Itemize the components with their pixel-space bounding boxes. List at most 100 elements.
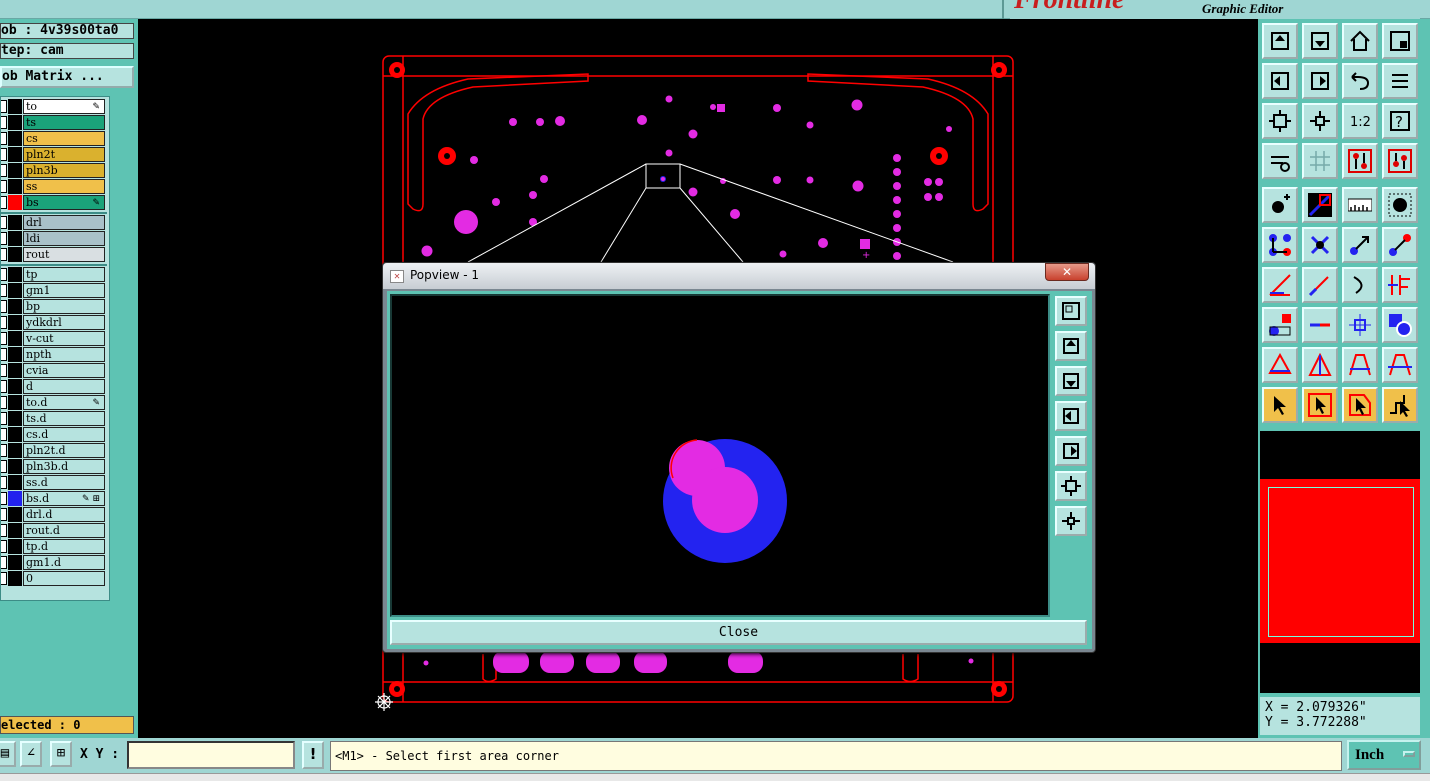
layer-name[interactable]: pln3b: [23, 163, 105, 178]
popview-close-button[interactable]: Close: [390, 620, 1087, 645]
select-path-button[interactable]: [1382, 387, 1418, 423]
layer-row[interactable]: gm1.d: [1, 555, 107, 570]
layer-name[interactable]: cs.d: [23, 427, 105, 442]
layer-row[interactable]: pln3b: [1, 163, 107, 178]
layer-checkbox[interactable]: [1, 556, 7, 569]
scale-1-2-button[interactable]: 1:2: [1342, 103, 1378, 139]
layer-color-swatch[interactable]: [8, 215, 22, 230]
layer-color-swatch[interactable]: [8, 283, 22, 298]
layer-name[interactable]: rout: [23, 247, 105, 262]
zoom-bottom-button[interactable]: [1302, 23, 1338, 59]
select-area-button[interactable]: [1302, 387, 1338, 423]
layer-checkbox[interactable]: [1, 284, 7, 297]
layer-name[interactable]: gm1: [23, 283, 105, 298]
zoom-in-button[interactable]: [1302, 103, 1338, 139]
layer-row[interactable]: ss: [1, 179, 107, 194]
select-pointer-button[interactable]: [1262, 387, 1298, 423]
popview-zoom-bottom-button[interactable]: [1055, 366, 1087, 396]
layer-name[interactable]: bp: [23, 299, 105, 314]
layer-color-swatch[interactable]: [8, 315, 22, 330]
layer-row[interactable]: ts.d: [1, 411, 107, 426]
surface-edit-button[interactable]: [1382, 347, 1418, 383]
layer-checkbox[interactable]: [1, 148, 7, 161]
polygon-button[interactable]: [1262, 347, 1298, 383]
help-button[interactable]: ?: [1382, 103, 1418, 139]
layer-row[interactable]: drl.d: [1, 507, 107, 522]
layer-row[interactable]: cs.d: [1, 427, 107, 442]
layer-color-swatch[interactable]: [8, 555, 22, 570]
popview-window-button[interactable]: [1055, 296, 1087, 326]
layer-row[interactable]: 0: [1, 571, 107, 586]
layer-checkbox[interactable]: [1, 412, 7, 425]
layer-color-swatch[interactable]: [8, 395, 22, 410]
layer-checkbox[interactable]: [1, 364, 7, 377]
polygon-edit-button[interactable]: [1302, 347, 1338, 383]
layer-color-swatch[interactable]: [8, 195, 22, 210]
layer-color-swatch[interactable]: [8, 131, 22, 146]
layer-row[interactable]: d: [1, 379, 107, 394]
layer-row[interactable]: rout.d: [1, 523, 107, 538]
layer-row[interactable]: bs ✎: [1, 195, 107, 210]
layer-checkbox[interactable]: [1, 460, 7, 473]
popview-pan-right-button[interactable]: [1055, 436, 1087, 466]
layer-checkbox[interactable]: [1, 180, 7, 193]
grid-button[interactable]: [1302, 143, 1338, 179]
layer-row[interactable]: gm1: [1, 283, 107, 298]
layer-color-swatch[interactable]: [8, 539, 22, 554]
layer-color-swatch[interactable]: [8, 459, 22, 474]
layer-checkbox[interactable]: [1, 428, 7, 441]
layer-name[interactable]: bs ✎: [23, 195, 105, 210]
layer-name[interactable]: bs.d ✎ ⊞: [23, 491, 105, 506]
layer-color-swatch[interactable]: [8, 231, 22, 246]
slant-button[interactable]: [1302, 267, 1338, 303]
layer-color-swatch[interactable]: [8, 267, 22, 282]
layer-name[interactable]: ydkdrl: [23, 315, 105, 330]
layer-name[interactable]: ss.d: [23, 475, 105, 490]
layer-name[interactable]: pln2t.d: [23, 443, 105, 458]
split-button[interactable]: [1382, 267, 1418, 303]
add-feature-button[interactable]: [1262, 307, 1298, 343]
layer-row[interactable]: tp: [1, 267, 107, 282]
zoom-fit-button[interactable]: [1262, 103, 1298, 139]
layer-color-swatch[interactable]: [8, 363, 22, 378]
layer-checkbox[interactable]: [1, 348, 7, 361]
layer-name[interactable]: drl.d: [23, 507, 105, 522]
trim-button[interactable]: [1302, 307, 1338, 343]
layer-row[interactable]: to.d ✎: [1, 395, 107, 410]
select-pad-button[interactable]: [1382, 187, 1418, 223]
popview-canvas[interactable]: [390, 294, 1050, 617]
layer-row[interactable]: drl: [1, 215, 107, 230]
layer-checkbox[interactable]: [1, 300, 7, 313]
layer-color-swatch[interactable]: [8, 475, 22, 490]
layer-checkbox[interactable]: [1, 492, 7, 505]
popview-close-x-button[interactable]: ✕: [1045, 263, 1089, 281]
warning-button[interactable]: !: [302, 741, 324, 769]
layer-checkbox[interactable]: [1, 396, 7, 409]
job-matrix-button[interactable]: ob Matrix ...: [0, 66, 134, 88]
layer-checkbox[interactable]: [1, 508, 7, 521]
popview-pan-left-button[interactable]: [1055, 401, 1087, 431]
layer-color-swatch[interactable]: [8, 347, 22, 362]
layer-row[interactable]: cvia: [1, 363, 107, 378]
layer-checkbox[interactable]: [1, 132, 7, 145]
line-tool-button[interactable]: [1302, 187, 1338, 223]
layer-name[interactable]: gm1.d: [23, 555, 105, 570]
layer-checkbox[interactable]: [1, 196, 7, 209]
layer-name[interactable]: to ✎: [23, 99, 105, 114]
angle-button[interactable]: [1262, 267, 1298, 303]
layer-row[interactable]: rout: [1, 247, 107, 262]
layer-row[interactable]: to ✎: [1, 99, 107, 114]
connect-button[interactable]: [1262, 227, 1298, 263]
layer-checkbox[interactable]: [1, 332, 7, 345]
layer-name[interactable]: rout.d: [23, 523, 105, 538]
layer-name[interactable]: cs: [23, 131, 105, 146]
layer-color-swatch[interactable]: [8, 379, 22, 394]
popview-zoom-top-button[interactable]: [1055, 331, 1087, 361]
layer-checkbox[interactable]: [1, 216, 7, 229]
layer-color-swatch[interactable]: [8, 147, 22, 162]
snap-button[interactable]: [1342, 143, 1378, 179]
layer-name[interactable]: cvia: [23, 363, 105, 378]
arc-button[interactable]: [1342, 267, 1378, 303]
layer-name[interactable]: pln2t: [23, 147, 105, 162]
layer-row[interactable]: tp.d: [1, 539, 107, 554]
